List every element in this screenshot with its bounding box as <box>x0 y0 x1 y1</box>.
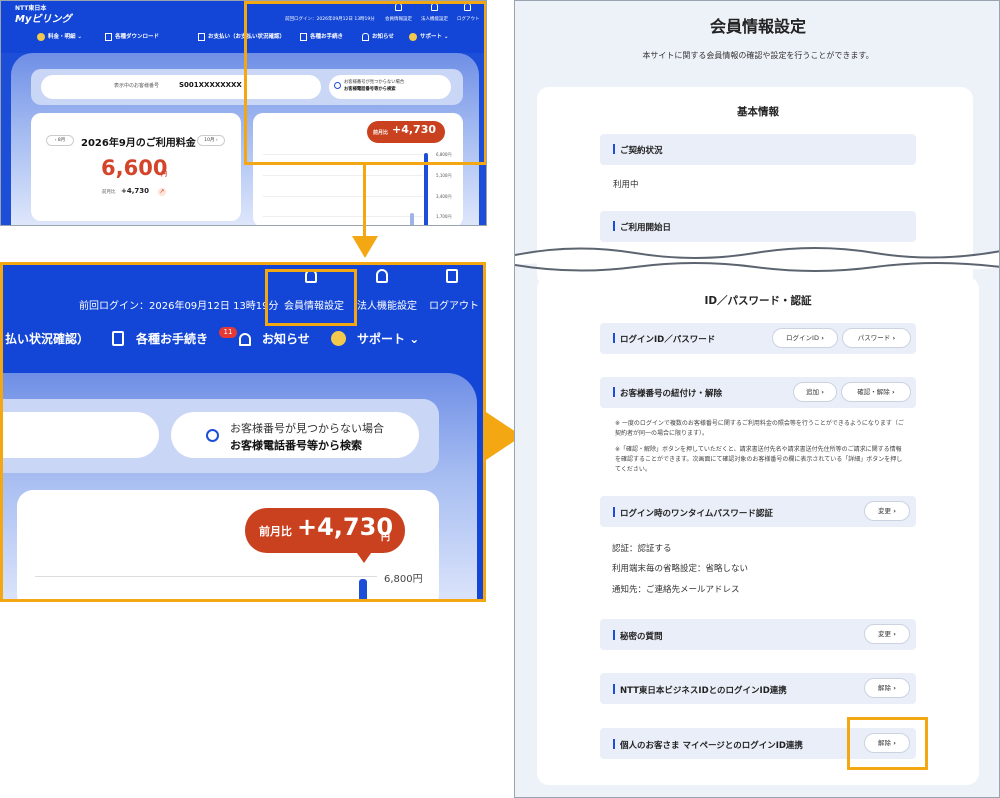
mybilling-thumbnail: NTT東日本 Myビリング 前回ログイン：2026年09月12日 13時19分 … <box>0 0 487 226</box>
link-note-2: ※「確認・解除」ボタンを押していただくと、請求書送付先名や請求書送付先住所等のご… <box>615 446 903 473</box>
yen-icon <box>37 32 45 41</box>
bubble-value: +4,730 <box>297 513 394 541</box>
search-line1: お客様番号が見つからない場合 <box>230 422 384 435</box>
support-icon <box>331 331 346 346</box>
form-icon <box>112 331 124 346</box>
grid-line <box>35 576 377 577</box>
ntt-business-id-release-button[interactable]: 解除 <box>864 678 910 698</box>
section-title-id: ID／パスワード・認証 <box>704 295 812 307</box>
link-customer-label: お客様番号の紐付け・解除 <box>613 387 722 399</box>
confirm-release-button[interactable]: 確認・解除 <box>841 382 911 402</box>
start-date-label: ご利用開始日 <box>613 221 671 233</box>
section-title-basic: 基本情報 <box>737 106 779 118</box>
connector-line <box>363 164 366 238</box>
search-line2: お客様電話番号等から検索 <box>230 439 362 452</box>
page-break-divider <box>515 247 999 272</box>
down-arrow-icon <box>352 236 378 258</box>
grid-line <box>263 175 423 176</box>
member-settings-page: 会員情報設定 本サイトに関する会員情報の確認や設定を行うことができます。 基本情… <box>514 0 1000 798</box>
grid-line <box>263 196 423 197</box>
card-icon <box>198 32 205 41</box>
nav-billing[interactable]: 料金・明細 ⌄ <box>37 32 82 41</box>
last-login: 前回ログイン：2026年09月12日 13時19分 <box>79 301 279 312</box>
nav-notice[interactable]: お知らせ <box>262 330 310 347</box>
amount-unit: 円 <box>161 171 168 178</box>
grid-line <box>263 216 423 217</box>
nav-download[interactable]: 各種ダウンロード <box>105 32 159 41</box>
add-button[interactable]: 追加 <box>793 382 837 402</box>
zoomed-header: 前回ログイン：2026年09月12日 13時19分 会員情報設定 法人機能設定 … <box>0 262 486 602</box>
bubble-label: 前月比 <box>259 525 292 538</box>
account-selector[interactable] <box>3 412 159 458</box>
secret-question-label: 秘密の質問 <box>613 630 663 642</box>
diff-label: 前月比 <box>102 190 116 195</box>
notice-badge: 11 <box>219 327 237 338</box>
usage-title: 2026年9月のご利用料金 <box>81 138 196 149</box>
login-id-password-label: ログインID／パスワード <box>613 333 715 345</box>
download-icon <box>105 32 112 41</box>
chart-bar-current <box>359 579 367 599</box>
otp-change-button[interactable]: 変更 <box>864 501 910 521</box>
tick-label: 6,800円 <box>384 574 423 585</box>
chart-bar-previous <box>410 213 414 225</box>
corporate-icon <box>376 269 388 283</box>
logout-link[interactable]: ログアウト <box>429 297 479 312</box>
otp-label: ログイン時のワンタイムパスワード認証 <box>613 507 773 519</box>
ntt-business-id-label: NTT東日本ビジネスIDとのログインID連携 <box>613 684 787 696</box>
tick-label: 3,400円 <box>436 194 452 199</box>
next-month-button[interactable]: 10月 › <box>197 135 225 146</box>
up-arrow-icon: ↗ <box>158 188 166 196</box>
bubble-tail <box>357 553 371 563</box>
nav-support[interactable]: サポート ⌄ <box>357 330 419 347</box>
otp-notify-value: 通知先：ご連絡先メールアドレス <box>612 585 740 595</box>
nav-payment[interactable]: 払い状況確認） <box>5 330 89 347</box>
member-settings-highlight <box>265 269 357 326</box>
personal-mypage-label: 個人のお客さま マイページとのログインID連携 <box>613 739 803 751</box>
zoom-highlight-box <box>244 1 486 165</box>
account-value: S001XXXXXXXX <box>179 81 242 89</box>
diff-value: +4,730 <box>121 187 150 195</box>
link-note-1: ※ 一度のログインで複数のお客様番号に関するご利用料金の照会等を行うことができる… <box>615 420 904 437</box>
contract-status-value: 利用中 <box>613 180 639 190</box>
bubble-unit: 円 <box>381 533 391 543</box>
prev-month-button[interactable]: ‹ 8月 <box>46 135 74 146</box>
login-id-button[interactable]: ログインID <box>772 328 838 348</box>
contract-status-label: ご契約状況 <box>613 144 663 156</box>
search-icon <box>206 429 219 442</box>
nav-procedures[interactable]: 各種お手続き <box>136 330 208 347</box>
tick-label: 5,100円 <box>436 173 452 178</box>
page-title: 会員情報設定 <box>709 17 806 36</box>
logo[interactable]: Myビリング <box>15 10 71 25</box>
password-button[interactable]: パスワード <box>842 328 911 348</box>
tick-label: 1,700円 <box>436 214 452 219</box>
usage-amount: 6,600 <box>101 156 168 180</box>
page-description: 本サイトに関する会員情報の確認や設定を行うことができます。 <box>642 51 874 60</box>
otp-auth-value: 認証：認証する <box>612 544 672 554</box>
bell-icon <box>239 333 251 346</box>
secret-question-change-button[interactable]: 変更 <box>864 624 910 644</box>
account-label: 表示中のお客様番号 <box>114 83 160 89</box>
corporate-settings-link[interactable]: 法人機能設定 <box>357 297 417 312</box>
logout-icon <box>446 269 458 283</box>
release-button-highlight <box>847 717 928 770</box>
otp-skip-value: 利用端末毎の省略設定：省略しない <box>612 564 749 574</box>
